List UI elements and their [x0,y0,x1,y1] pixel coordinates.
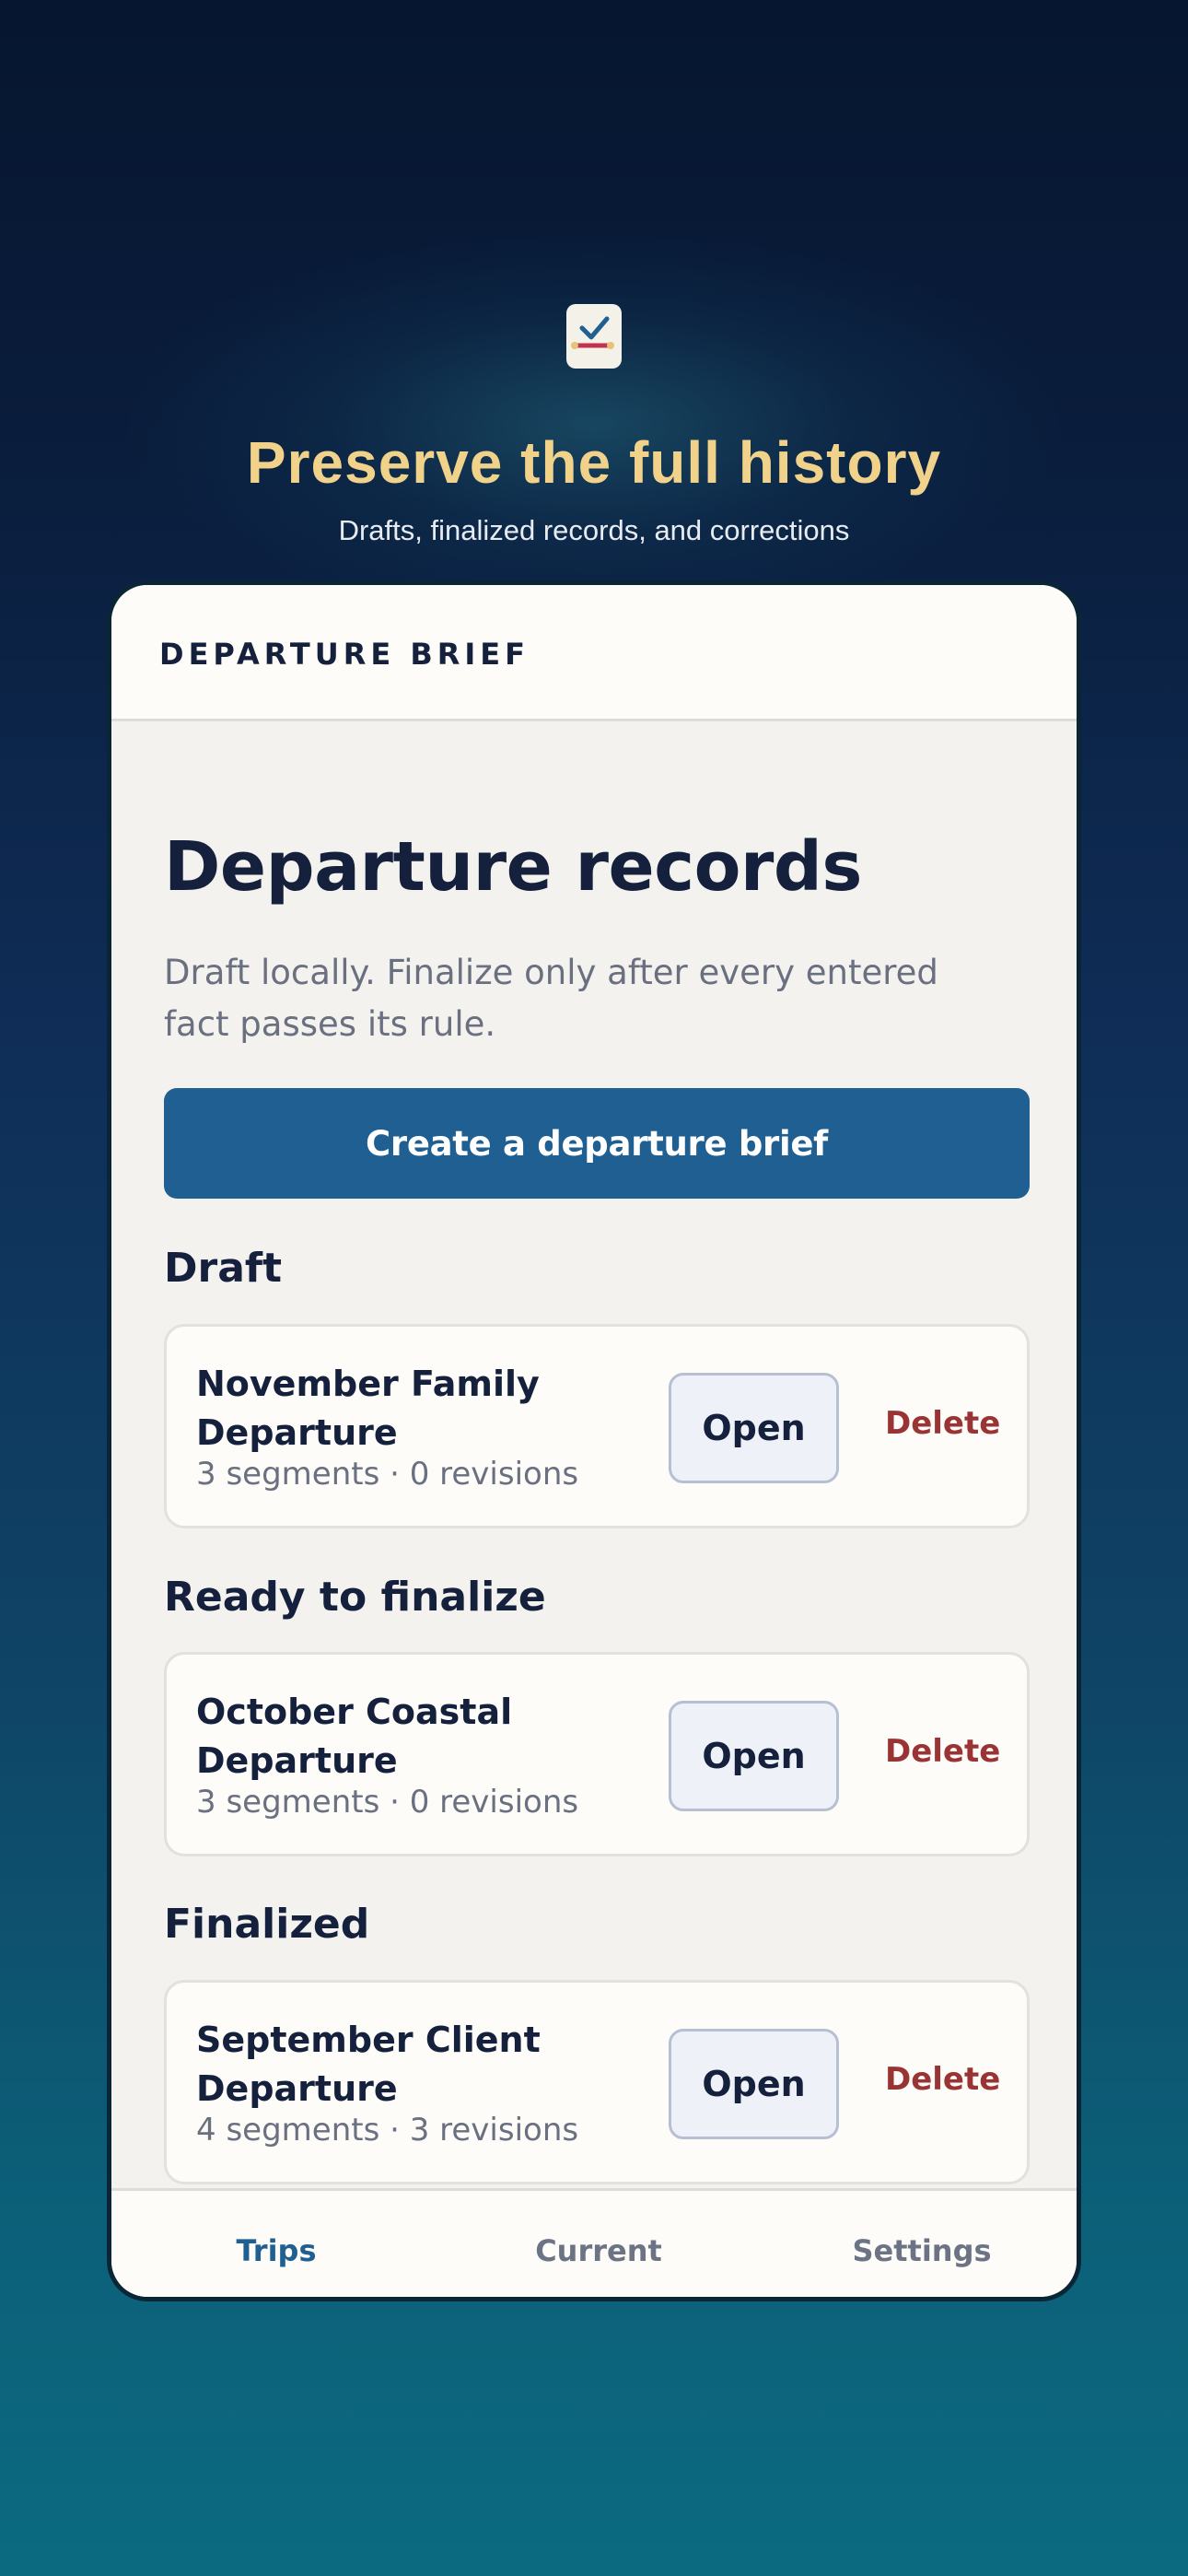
section-heading-draft: Draft [164,1245,283,1292]
record-card: October Coastal Departure 3 segments · 0… [164,1652,1030,1856]
record-title: October Coastal Departure [196,1692,513,1781]
section-heading-ready: Ready to finalize [164,1574,546,1621]
bottom-nav: Trips Current Settings [111,2188,1077,2297]
page-title: Departure records [164,827,862,907]
record-title: September Client Departure [196,2020,541,2109]
delete-button[interactable]: Delete [885,1733,1000,1770]
hero-subtitle: Drafts, finalized records, and correctio… [338,514,850,546]
delete-button[interactable]: Delete [885,2061,1000,2098]
hero-glow [129,230,1059,617]
record-meta: 4 segments · 3 revisions [196,2112,579,2149]
open-button[interactable]: Open [669,1373,839,1483]
record-meta: 3 segments · 0 revisions [196,1784,579,1821]
record-meta: 3 segments · 0 revisions [196,1456,579,1493]
page-description: Draft locally. Finalize only after every… [164,953,938,1044]
record-title: November Family Departure [196,1364,540,1453]
app-header: DEPARTURE BRIEF [111,585,1077,721]
phone-frame: DEPARTURE BRIEF Departure records Draft … [107,580,1081,2301]
nav-tab-settings[interactable]: Settings [852,2233,991,2268]
app-brand: DEPARTURE BRIEF [159,637,530,672]
checklist-icon [566,304,622,369]
main-content[interactable]: Departure records Draft locally. Finaliz… [111,721,1077,2188]
section-heading-finalized: Finalized [164,1901,370,1948]
open-button[interactable]: Open [669,2029,839,2139]
record-card: September Client Departure 4 segments · … [164,1980,1030,2184]
nav-tab-trips[interactable]: Trips [236,2233,316,2268]
nav-tab-current[interactable]: Current [535,2233,662,2268]
delete-button[interactable]: Delete [885,1405,1000,1442]
open-button[interactable]: Open [669,1701,839,1811]
create-brief-button[interactable]: Create a departure brief [164,1088,1030,1199]
hero-title: Preserve the full history [246,429,942,496]
record-card: November Family Departure 3 segments · 0… [164,1324,1030,1528]
